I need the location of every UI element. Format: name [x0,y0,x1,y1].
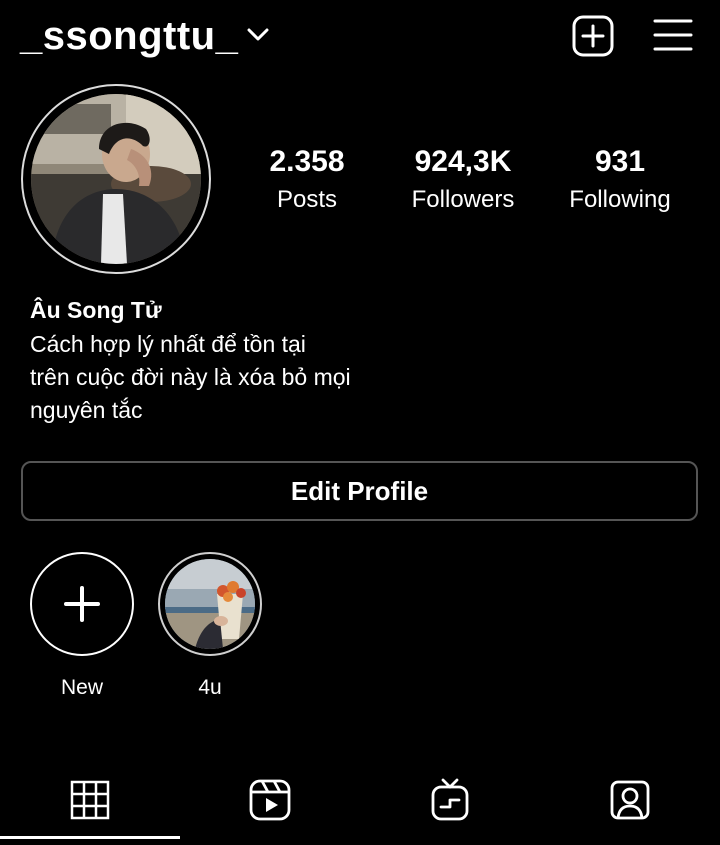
posts-stat[interactable]: 2.358 Posts [227,144,387,215]
highlight-cover[interactable] [158,552,262,656]
profile-photo [31,94,201,264]
grid-icon [70,780,110,820]
followers-stat[interactable]: 924,3K Followers [383,144,543,215]
menu-button[interactable] [652,16,694,54]
followers-label: Followers [411,186,515,213]
igtv-icon [431,778,469,821]
followers-count: 924,3K [414,145,512,178]
bio-text: Cách hợp lý nhất để tồn tại trên cuộc đờ… [30,328,410,427]
full-name: Âu Song Tử [30,297,162,323]
tagged-person-icon [610,780,650,820]
posts-label: Posts [276,186,338,213]
tab-posts-grid[interactable] [0,770,180,830]
tab-reels[interactable] [180,770,360,830]
tab-igtv[interactable] [360,770,540,830]
highlight-label: 4u [198,676,222,699]
highlight-new[interactable]: New [27,552,137,700]
plus-icon [64,586,100,622]
bio-line: nguyên tắc [30,397,143,423]
tab-tagged[interactable] [540,770,720,830]
username-title[interactable]: _ssongttu_ [20,12,238,60]
highlight-4u[interactable]: 4u [155,552,265,700]
chevron-down-icon[interactable] [244,20,272,48]
plus-square-icon [572,15,614,57]
highlight-cover-flowers [165,559,255,649]
avatar[interactable] [31,94,201,264]
highlight-label: New [60,676,103,699]
reels-icon [249,779,291,821]
following-count: 931 [594,145,646,178]
bio-line: Cách hợp lý nhất để tồn tại [30,331,306,357]
active-tab-indicator [0,836,180,839]
following-label: Following [569,186,671,213]
new-highlight-circle[interactable] [30,552,134,656]
bio-line: trên cuộc đời này là xóa bỏ mọi [30,364,351,390]
edit-profile-button[interactable]: Edit Profile [21,461,698,521]
hamburger-menu-icon [653,19,693,51]
new-post-button[interactable] [571,14,615,58]
following-stat[interactable]: 931 Following [540,144,700,215]
posts-count: 2.358 [269,145,345,178]
